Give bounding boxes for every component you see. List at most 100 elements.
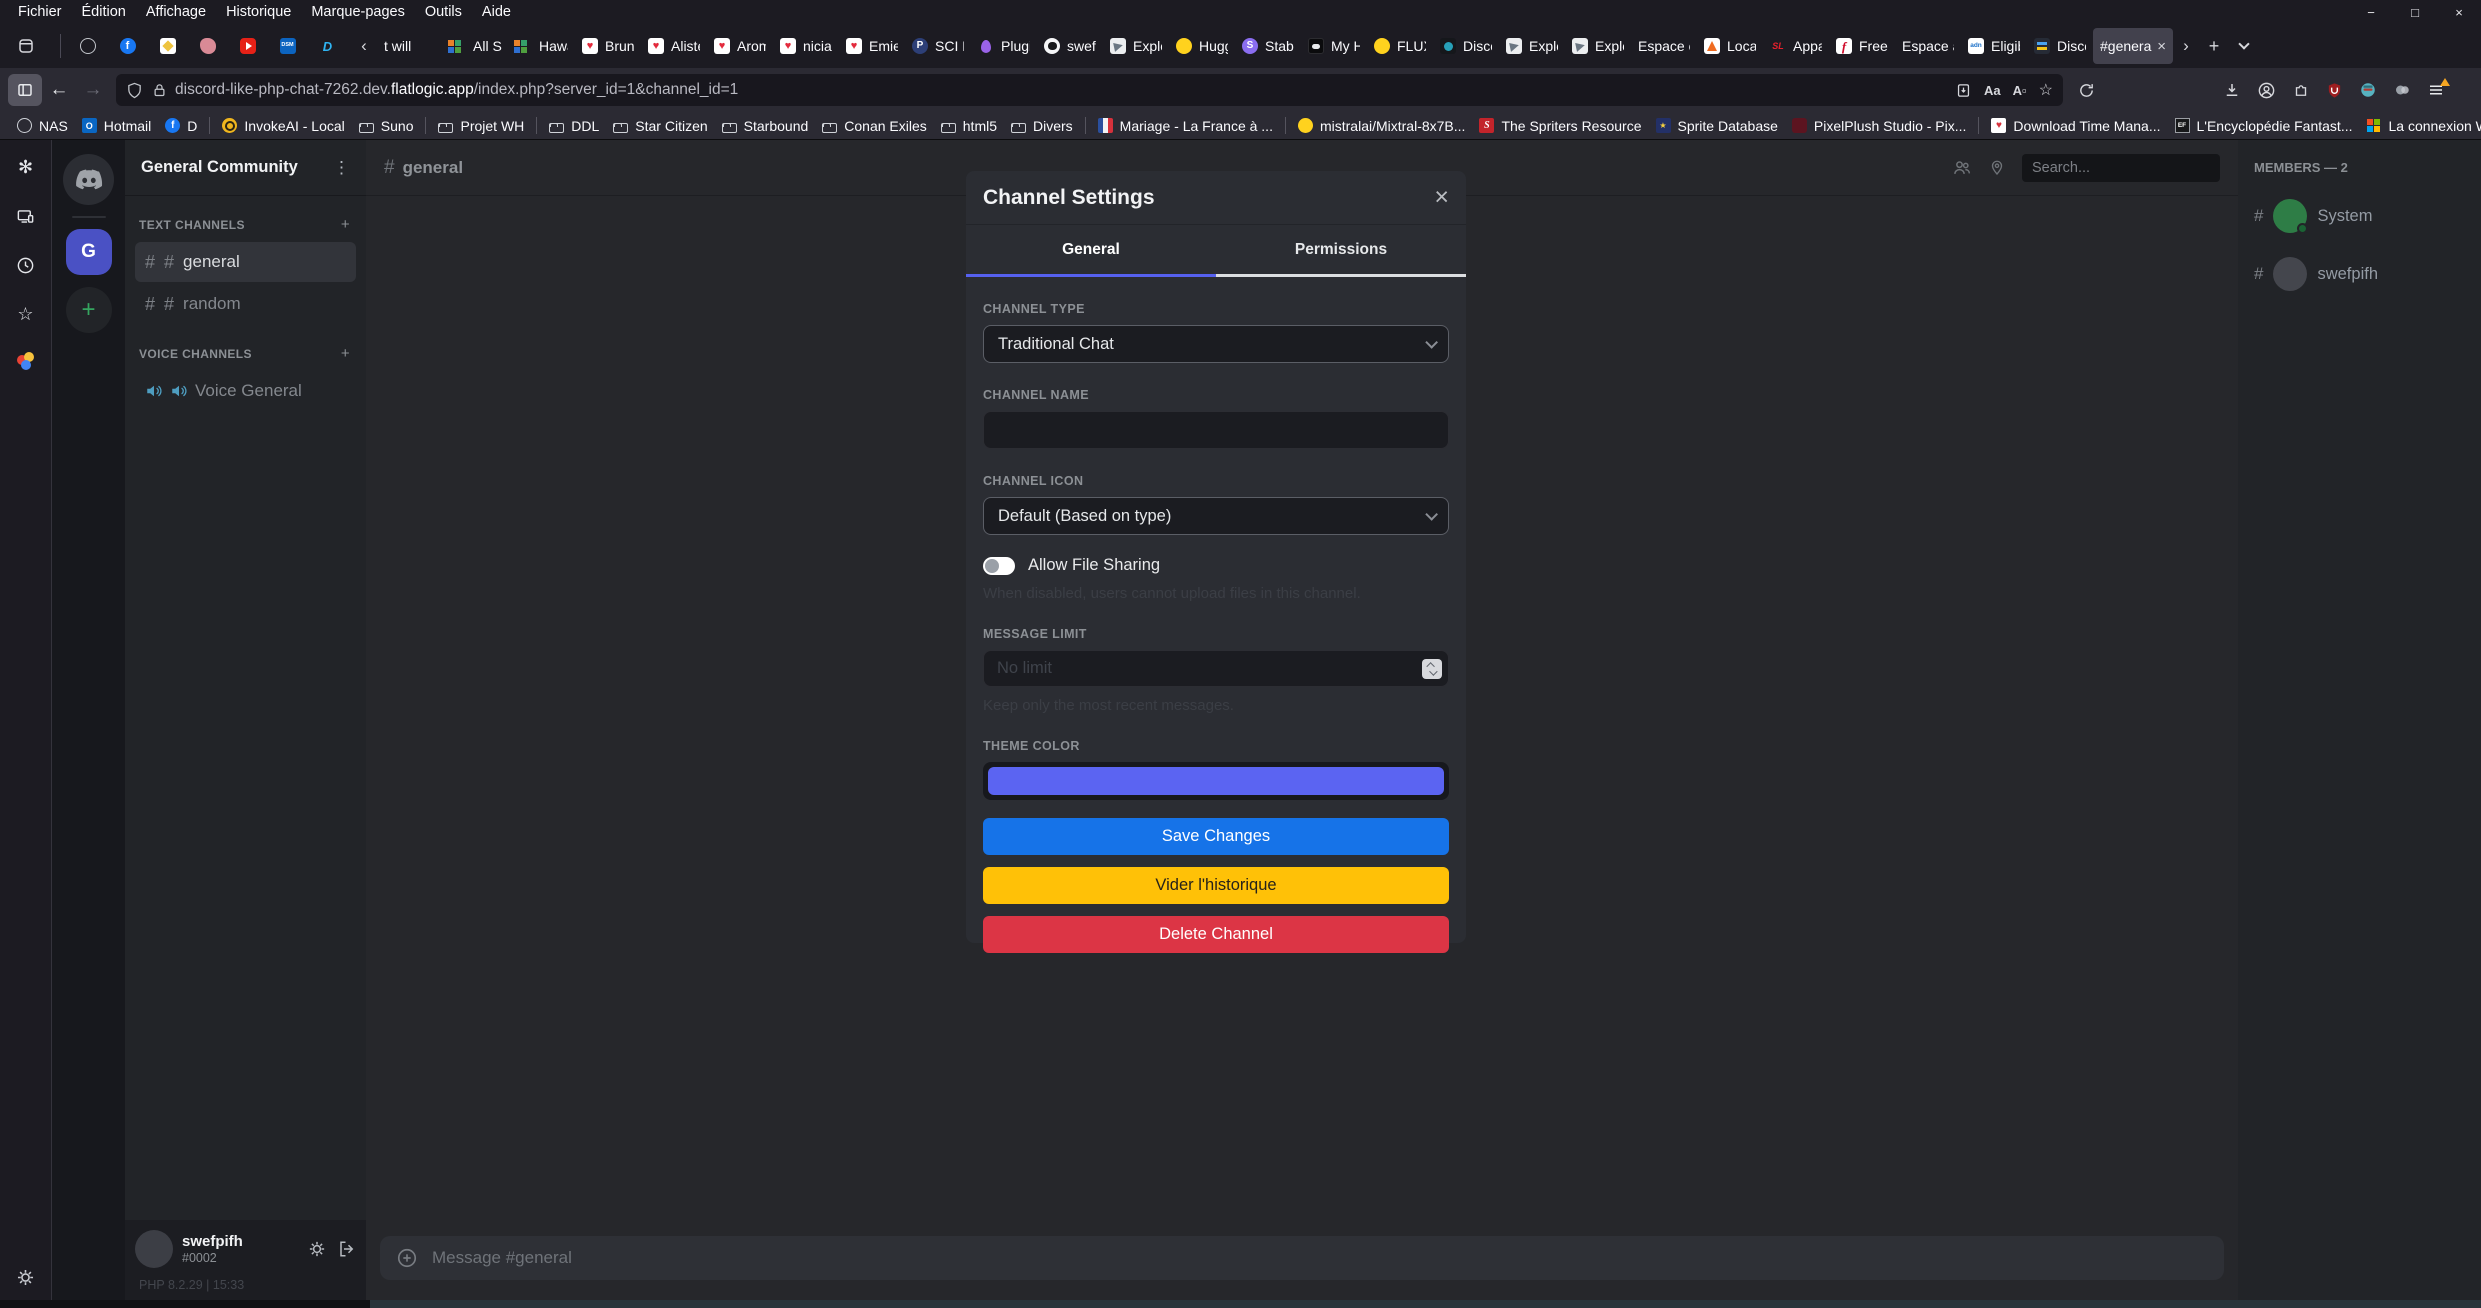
url-bar[interactable]: discord-like-php-chat-7262.dev.flatlogic… <box>116 74 2063 106</box>
sidebar-settings-gear-icon[interactable] <box>15 1266 37 1288</box>
browser-tab[interactable]: Bruni2 <box>575 28 641 64</box>
browser-tab[interactable]: Espace clie <box>1631 28 1697 64</box>
downloads-icon[interactable] <box>2223 81 2241 99</box>
tab-scroll-left-icon[interactable]: ‹ <box>351 29 377 63</box>
browser-tab[interactable]: Alister <box>641 28 707 64</box>
ublock-origin-icon[interactable] <box>2326 82 2343 99</box>
bookmark[interactable]: D <box>158 116 204 136</box>
member-row[interactable]: # swefpifh <box>2254 257 2465 291</box>
menu-historique[interactable]: Historique <box>216 2 301 22</box>
channel-name-input[interactable] <box>983 411 1449 449</box>
shield-icon[interactable] <box>126 82 143 99</box>
number-spinner[interactable] <box>1422 659 1442 679</box>
pinned-tab-creature-icon[interactable] <box>191 29 231 63</box>
bookmark-folder[interactable]: Star Citizen <box>606 116 714 136</box>
bookmark[interactable]: The Spriters Resource <box>1472 116 1648 136</box>
extension-avatar-icon[interactable] <box>2359 81 2377 99</box>
translate-icon[interactable]: Aa <box>1984 83 2001 98</box>
browser-tab[interactable]: t will <box>377 28 443 64</box>
clear-history-button[interactable]: Vider l'historique <box>983 867 1449 904</box>
bookmarks-star-icon[interactable]: ☆ <box>15 303 37 325</box>
browser-tab[interactable]: Hawai <box>509 28 575 64</box>
bookmark[interactable]: InvokeAI - Local <box>215 116 351 136</box>
add-text-channel-button[interactable]: + <box>341 216 350 233</box>
tab-scroll-right-icon[interactable]: › <box>2173 29 2199 63</box>
browser-tab[interactable]: Aromy <box>707 28 773 64</box>
refresh-icon[interactable] <box>2069 74 2103 106</box>
forward-icon[interactable]: → <box>76 74 110 106</box>
bookmark[interactable]: Mariage - La France à ... <box>1091 116 1280 136</box>
bookmark-star-icon[interactable]: ☆ <box>2039 80 2053 100</box>
channel-icon-select[interactable]: Default (Based on type) <box>983 497 1449 535</box>
server-icon-general-community[interactable]: G <box>66 229 112 275</box>
pinned-tab-facebook-icon[interactable] <box>111 29 151 63</box>
logout-icon[interactable] <box>338 1240 356 1258</box>
tab-general[interactable]: General <box>966 225 1216 277</box>
minimize-button[interactable]: − <box>2349 0 2393 24</box>
menu-outils[interactable]: Outils <box>415 2 472 22</box>
translate-page-icon[interactable]: A▫ <box>2013 83 2027 98</box>
history-clock-icon[interactable] <box>15 254 37 276</box>
channel-item-general[interactable]: # # general <box>135 242 356 282</box>
bookmark[interactable]: L'Encyclopédie Fantast... <box>2168 116 2360 136</box>
bookmark[interactable]: Sprite Database <box>1649 116 1785 136</box>
theme-color-picker[interactable] <box>983 762 1449 800</box>
browser-tab[interactable]: Explor <box>1499 28 1565 64</box>
browser-tab[interactable]: Emie0 <box>839 28 905 64</box>
modal-close-icon[interactable]: × <box>1434 185 1449 210</box>
bookmark[interactable]: Download Time Mana... <box>1984 116 2167 136</box>
menu-affichage[interactable]: Affichage <box>136 2 216 22</box>
browser-tab[interactable]: niciara <box>773 28 839 64</box>
attach-plus-icon[interactable] <box>396 1247 418 1269</box>
pinned-tab-synology-icon[interactable] <box>311 29 351 63</box>
pin-icon[interactable] <box>1988 159 2006 177</box>
add-server-button[interactable]: + <box>66 287 112 333</box>
back-icon[interactable]: ← <box>42 74 76 106</box>
bookmark-folder[interactable]: Divers <box>1004 116 1080 136</box>
browser-tab[interactable]: Discor <box>2027 28 2093 64</box>
pinned-tab-diamond-icon[interactable] <box>151 29 191 63</box>
bookmark-folder[interactable]: Suno <box>352 116 421 136</box>
browser-tab[interactable]: All Siz <box>443 28 509 64</box>
sidebar-toggle-icon[interactable] <box>8 74 42 106</box>
bookmark[interactable]: Hotmail <box>75 116 158 136</box>
voice-channel-item[interactable]: Voice General <box>135 371 356 411</box>
member-row[interactable]: # System <box>2254 199 2465 233</box>
message-input[interactable]: Message #general <box>380 1236 2224 1280</box>
lock-icon[interactable] <box>152 83 167 98</box>
add-voice-channel-button[interactable]: + <box>341 345 350 362</box>
server-header[interactable]: General Community ⋮ <box>125 140 366 196</box>
browser-tab[interactable]: Plugin <box>971 28 1037 64</box>
bookmark-folder[interactable]: Projet WH <box>431 116 531 136</box>
new-tab-button[interactable]: + <box>2199 29 2229 63</box>
browser-tab[interactable]: Free : <box>1829 28 1895 64</box>
pinned-tab-globe-icon[interactable] <box>71 29 111 63</box>
browser-tab[interactable]: My Ha <box>1301 28 1367 64</box>
browser-tab[interactable]: Explor <box>1565 28 1631 64</box>
theme-color-swatch[interactable] <box>988 767 1444 795</box>
server-menu-kebab-icon[interactable]: ⋮ <box>333 158 350 178</box>
discord-home-icon[interactable] <box>63 154 114 205</box>
save-changes-button[interactable]: Save Changes <box>983 818 1449 855</box>
file-sharing-toggle[interactable] <box>983 557 1015 575</box>
browser-tab-active[interactable]: #genera× <box>2093 28 2173 64</box>
browser-tab[interactable]: Eligibi <box>1961 28 2027 64</box>
bookmark-folder[interactable]: DDL <box>542 116 606 136</box>
bookmark-folder[interactable]: Starbound <box>715 116 816 136</box>
menu-marque-pages[interactable]: Marque-pages <box>301 2 415 22</box>
account-icon[interactable] <box>2257 81 2276 100</box>
tab-list-icon[interactable] <box>2229 29 2259 63</box>
extension-gray-icon[interactable] <box>2393 81 2411 99</box>
close-window-button[interactable]: × <box>2437 0 2481 24</box>
message-limit-input[interactable]: No limit <box>983 650 1449 687</box>
bookmark-folder[interactable]: Conan Exiles <box>815 116 934 136</box>
browser-tab[interactable]: Espace abo <box>1895 28 1961 64</box>
search-input[interactable] <box>2022 154 2220 182</box>
browser-tab[interactable]: FLUX.2 <box>1367 28 1433 64</box>
tab-permissions[interactable]: Permissions <box>1216 225 1466 277</box>
browser-tab[interactable]: Locati <box>1697 28 1763 64</box>
channel-item-random[interactable]: # # random <box>135 284 356 324</box>
color-dots-icon[interactable] <box>17 352 35 370</box>
browser-tab[interactable]: Huggi <box>1169 28 1235 64</box>
save-page-icon[interactable] <box>1955 82 1972 99</box>
